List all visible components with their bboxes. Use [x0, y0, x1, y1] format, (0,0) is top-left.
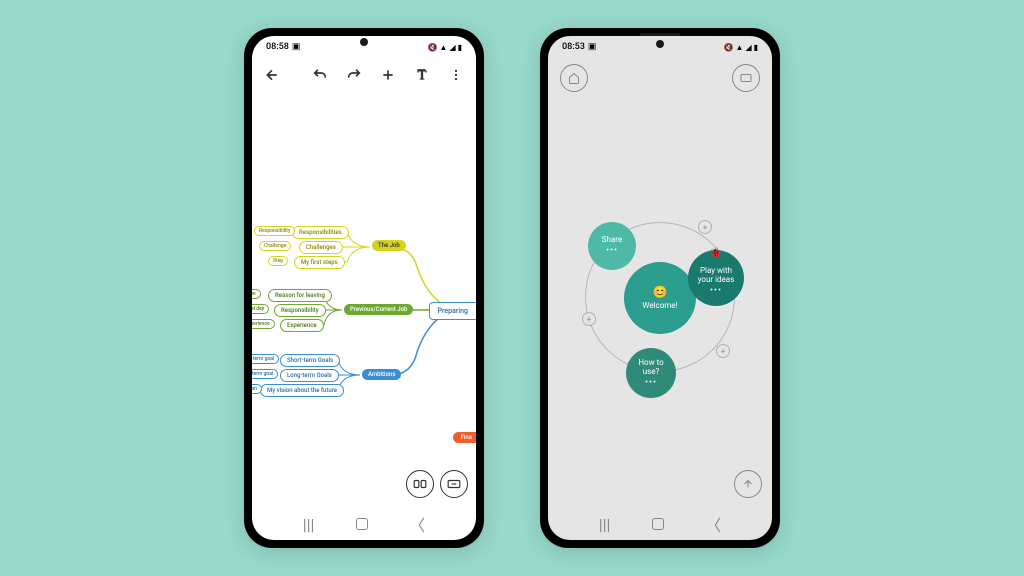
signal-icon: ◢ [745, 43, 751, 52]
wifi-icon: ▲ [440, 43, 448, 52]
phone-mockup-right: 08:53 ▣ 🔇 ▲ ◢ ▮ + + + [540, 28, 780, 548]
status-time: 08:53 [562, 42, 585, 52]
bubble-play-label-1: Play with [700, 266, 732, 276]
node-green-child-0[interactable]: Reason for leaving [268, 289, 332, 302]
more-button[interactable] [446, 65, 466, 85]
home-button[interactable] [652, 518, 664, 530]
node-green-leaf-2[interactable]: Experience [252, 319, 275, 329]
undo-button[interactable] [310, 65, 330, 85]
back-button[interactable] [262, 65, 282, 85]
recents-button[interactable]: ||| [303, 515, 315, 534]
node-green-leaf-1[interactable]: Typical day [252, 304, 269, 314]
nav-back-button[interactable]: 〈 [409, 512, 425, 536]
signal-icon: ◢ [449, 43, 455, 52]
bubble-howto[interactable]: How to use? ••• [626, 348, 676, 398]
bubble-play[interactable]: 🐞 Play with your ideas ••• [688, 250, 744, 306]
recents-button[interactable]: ||| [599, 515, 611, 534]
mute-icon: 🔇 [428, 43, 438, 52]
speaker-grille [640, 33, 680, 36]
node-green-leaf-0[interactable]: Reason [252, 289, 261, 299]
node-yellow-child-1[interactable]: Challenges [299, 241, 343, 254]
node-green-child-1[interactable]: Responsibility [274, 304, 326, 317]
scroll-up-button[interactable] [734, 470, 762, 498]
front-camera [360, 38, 368, 46]
android-nav-bar: ||| 〈 [252, 508, 476, 540]
node-main[interactable]: Preparing [429, 302, 476, 320]
format-button[interactable] [412, 65, 432, 85]
android-nav-bar: ||| 〈 [548, 508, 772, 540]
home-icon-button[interactable] [560, 64, 588, 92]
node-green-title[interactable]: Previous/Current Job [344, 304, 413, 315]
phone-mockup-left: 08:58 ▣ 🔇 ▲ ◢ ▮ [244, 28, 484, 548]
bubble-welcome-label: Welcome! [642, 301, 677, 311]
node-yellow-child-0[interactable]: Responsibilities [292, 226, 349, 239]
fullscreen-button[interactable] [440, 470, 468, 498]
bubble-share[interactable]: Share ••• [588, 222, 636, 270]
node-yellow-leaf-1[interactable]: Challenge [259, 241, 291, 251]
node-blue-leaf-1[interactable]: Long-term goal [252, 369, 278, 379]
bubble-share-label: Share [602, 235, 622, 245]
front-camera [656, 40, 664, 48]
node-orange-tag[interactable]: Fina [453, 432, 476, 443]
node-yellow-child-2[interactable]: My first steps [294, 256, 345, 269]
nav-back-button[interactable]: 〈 [705, 512, 721, 536]
add-node-left[interactable]: + [582, 312, 596, 326]
node-blue-child-1[interactable]: Long-term Goals [280, 369, 339, 382]
mute-icon: 🔇 [724, 43, 734, 52]
app-topbar [548, 64, 772, 92]
node-green-child-2[interactable]: Experience [280, 319, 324, 332]
mindmap-canvas[interactable]: Preparing The Job Responsibilities Chall… [252, 92, 476, 504]
add-node-top[interactable]: + [698, 220, 712, 234]
dots-icon: ••• [710, 286, 722, 297]
status-icons-right: 🔇 ▲ ◢ ▮ [428, 43, 462, 52]
node-yellow-leaf-2[interactable]: Step [268, 256, 288, 266]
camera-icon: ▣ [292, 42, 301, 52]
add-node-right[interactable]: + [716, 344, 730, 358]
screen-right: 08:53 ▣ 🔇 ▲ ◢ ▮ + + + [548, 36, 772, 540]
battery-icon: ▮ [754, 43, 758, 52]
emoji-smile: 😊 [653, 285, 668, 299]
node-blue-leaf-2[interactable]: Vision [252, 384, 262, 394]
dots-icon: ••• [606, 246, 618, 257]
battery-icon: ▮ [458, 43, 462, 52]
bubble-welcome[interactable]: 😊 Welcome! [624, 262, 696, 334]
redo-button[interactable] [344, 65, 364, 85]
dots-icon: ••• [645, 378, 657, 389]
bubble-howto-label-1: How to [638, 358, 663, 368]
home-button[interactable] [356, 518, 368, 530]
wifi-icon: ▲ [736, 43, 744, 52]
status-time: 08:58 [266, 42, 289, 52]
bubble-canvas[interactable]: + + + 😊 Welcome! Share ••• 🐞 Play with y… [548, 92, 772, 504]
status-icons-right: 🔇 ▲ ◢ ▮ [724, 43, 758, 52]
bug-icon: 🐞 [710, 248, 722, 260]
camera-icon: ▣ [588, 42, 597, 52]
present-icon-button[interactable] [732, 64, 760, 92]
node-blue-child-2[interactable]: My vision about the future [260, 384, 344, 397]
node-blue-child-0[interactable]: Short-term Goals [280, 354, 340, 367]
node-blue-leaf-0[interactable]: Short-term goal [252, 354, 279, 364]
editor-toolbar [252, 58, 476, 92]
bubble-play-label-2: your ideas [698, 275, 735, 285]
node-yellow-leaf-0[interactable]: Responsibility [254, 226, 295, 236]
fit-button[interactable] [406, 470, 434, 498]
bubble-howto-label-2: use? [643, 367, 660, 377]
node-blue-title[interactable]: Ambitions [362, 369, 401, 380]
add-button[interactable] [378, 65, 398, 85]
node-yellow-title[interactable]: The Job [372, 240, 406, 251]
screen-left: 08:58 ▣ 🔇 ▲ ◢ ▮ [252, 36, 476, 540]
